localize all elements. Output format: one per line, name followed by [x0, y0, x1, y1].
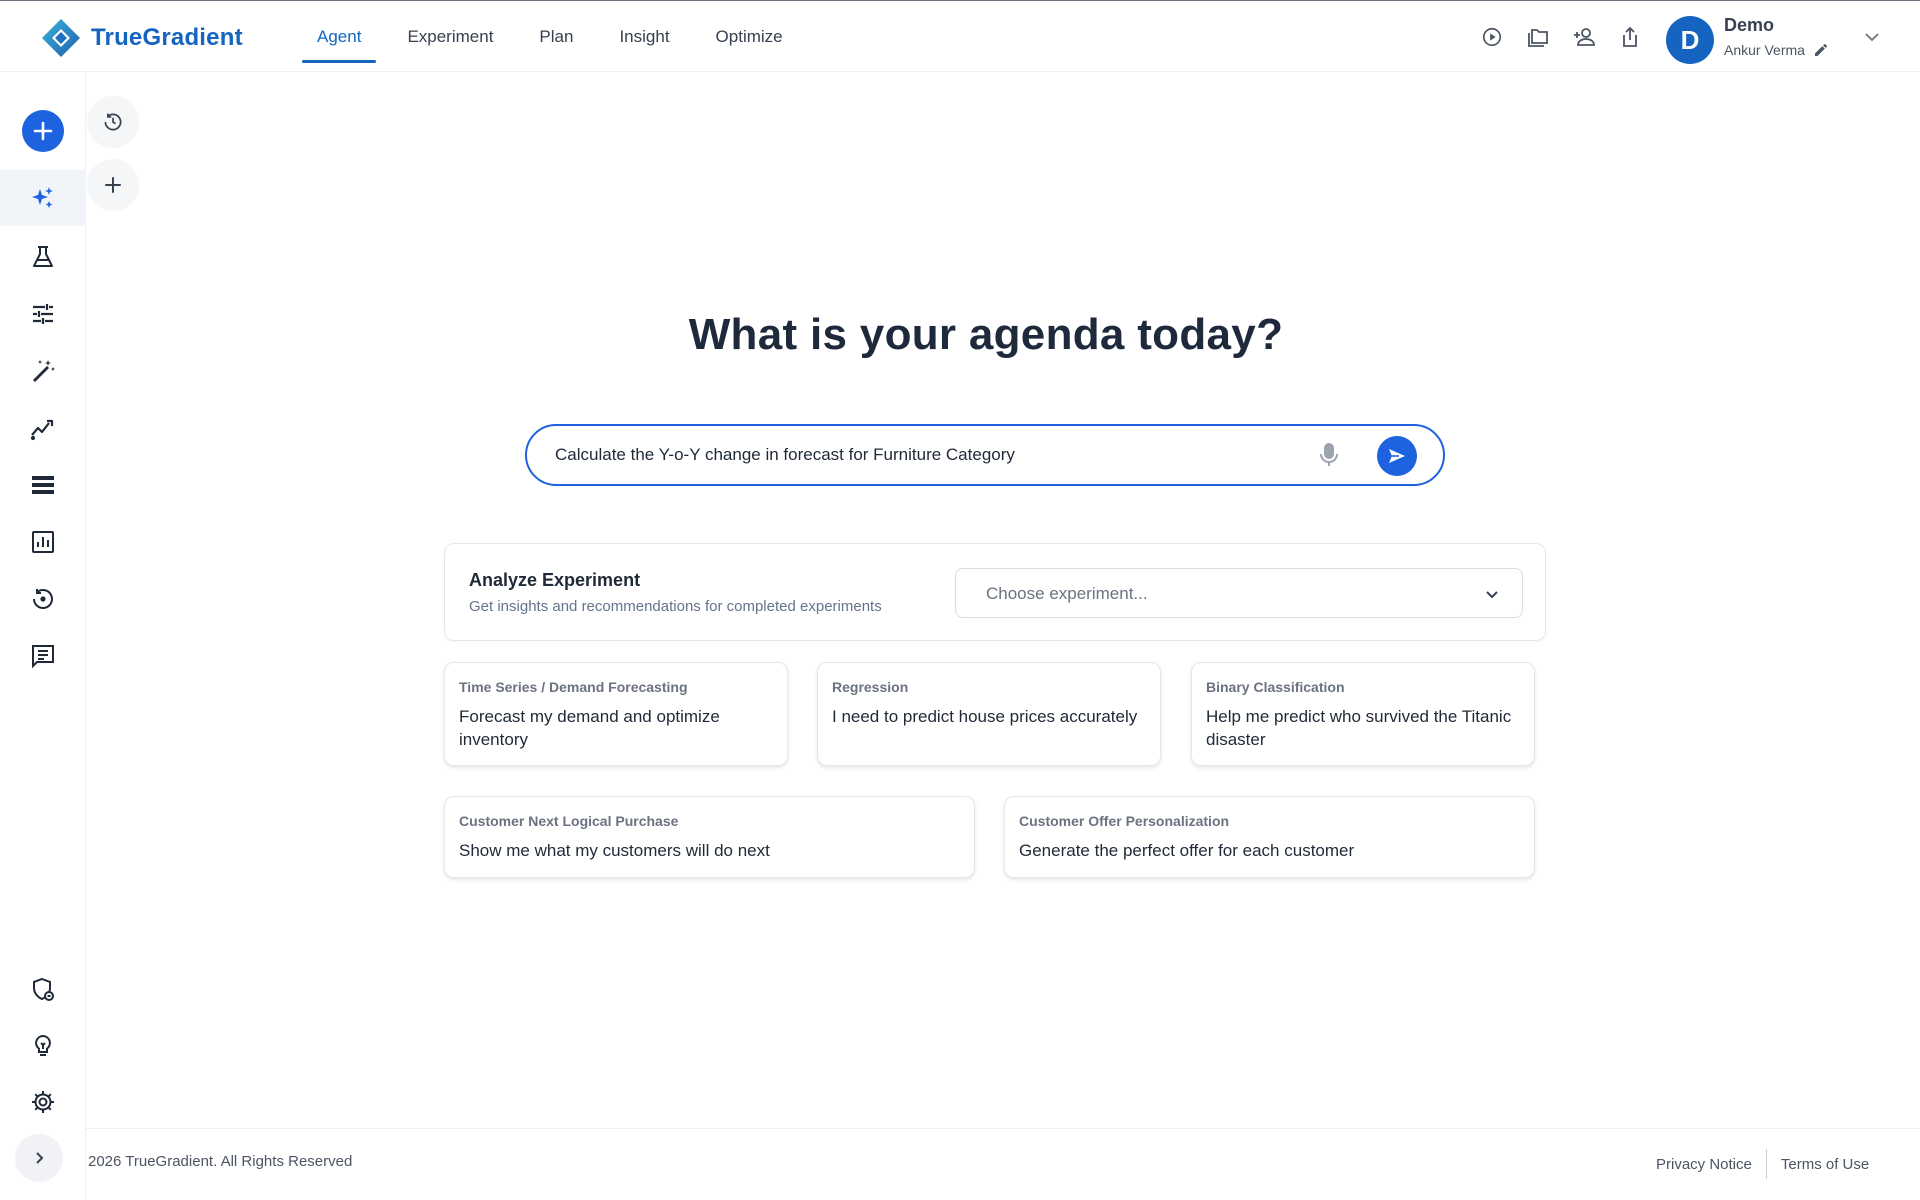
sidebar-item-settings[interactable]: [0, 1074, 86, 1130]
brand-logo[interactable]: TrueGradient: [41, 18, 243, 58]
sidebar-item-history[interactable]: [0, 571, 86, 627]
bar-chart-icon: [32, 531, 54, 553]
plus-icon: [105, 177, 121, 193]
card-category: Customer Offer Personalization: [1019, 813, 1230, 829]
chevron-down-icon[interactable]: [1862, 27, 1882, 47]
chevron-down-icon: [1486, 591, 1498, 599]
add-user-icon[interactable]: [1570, 23, 1598, 51]
experiment-select-placeholder: Choose experiment...: [986, 584, 1148, 603]
sidebar-item-messages[interactable]: [0, 628, 86, 684]
truegradient-logo-icon: [42, 19, 80, 57]
avatar[interactable]: D: [1666, 16, 1714, 64]
footer: 2026 TrueGradient. All Rights Reserved P…: [86, 1128, 1920, 1200]
suggestion-card-forecasting[interactable]: Time Series / Demand Forecasting Forecas…: [444, 662, 788, 766]
card-text: Help me predict who survived the Titanic…: [1206, 707, 1512, 749]
new-thread-button[interactable]: [87, 159, 139, 211]
copyright-text: 2026 TrueGradient. All Rights Reserved: [88, 1153, 353, 1170]
sidebar-item-data[interactable]: [0, 457, 86, 513]
privacy-notice-link[interactable]: Privacy Notice: [1642, 1152, 1766, 1177]
prompt-input[interactable]: [555, 426, 1295, 484]
analyze-experiment-panel: Analyze Experiment Get insights and reco…: [444, 543, 1546, 641]
tab-insight[interactable]: Insight: [604, 1, 684, 73]
message-list-icon: [32, 645, 54, 669]
page-title: What is your agenda today?: [688, 310, 1284, 359]
card-text: Show me what my customers will do next: [459, 841, 770, 860]
card-text: Generate the perfect offer for each cust…: [1019, 841, 1355, 860]
experiment-select[interactable]: Choose experiment...: [955, 568, 1523, 618]
tab-plan[interactable]: Plan: [524, 1, 588, 73]
card-text: Forecast my demand and optimize inventor…: [459, 707, 720, 749]
sidebar-item-reports[interactable]: [0, 514, 86, 570]
flask-icon: [33, 246, 53, 267]
sidebar-item-security[interactable]: [0, 962, 86, 1018]
card-category: Binary Classification: [1206, 679, 1345, 695]
sidebar-item-insight[interactable]: [0, 343, 86, 399]
play-circle-icon[interactable]: [1478, 23, 1506, 51]
trend-chart-icon: [30, 419, 54, 441]
history-icon: [104, 113, 122, 131]
sidebar-item-plan[interactable]: [0, 286, 86, 342]
suggestion-card-next-purchase[interactable]: Customer Next Logical Purchase Show me w…: [444, 796, 975, 878]
analyze-subtitle: Get insights and recommendations for com…: [469, 598, 882, 615]
main-nav: Agent Experiment Plan Insight Optimize: [302, 1, 814, 73]
sidebar-item-tips[interactable]: [0, 1018, 86, 1074]
send-button[interactable]: [1377, 436, 1417, 476]
share-icon[interactable]: [1616, 23, 1644, 51]
shield-icon: [33, 977, 54, 1001]
magic-wand-icon: [33, 360, 55, 382]
tab-optimize[interactable]: Optimize: [701, 1, 798, 73]
folders-icon[interactable]: [1524, 23, 1552, 51]
sidebar-item-experiment[interactable]: [0, 229, 86, 285]
sidebar-item-optimize[interactable]: [0, 400, 86, 456]
new-chat-button[interactable]: [22, 110, 64, 152]
prompt-box: [525, 424, 1445, 486]
send-icon: [1389, 449, 1405, 463]
user-name: Ankur Verma: [1724, 42, 1805, 58]
storage-list-icon: [32, 476, 54, 494]
chat-history-button[interactable]: [87, 96, 139, 148]
edit-pencil-icon[interactable]: [1813, 42, 1829, 58]
analyze-title: Analyze Experiment: [469, 570, 641, 590]
sliders-icon: [33, 304, 53, 324]
terms-of-use-link[interactable]: Terms of Use: [1767, 1152, 1883, 1177]
suggestion-card-classification[interactable]: Binary Classification Help me predict wh…: [1191, 662, 1535, 766]
card-category: Customer Next Logical Purchase: [459, 813, 679, 829]
gear-icon: [32, 1091, 54, 1113]
sidebar: [0, 72, 86, 1200]
brand-name: TrueGradient: [91, 24, 243, 51]
sidebar-item-agent[interactable]: [0, 170, 86, 226]
card-category: Regression: [832, 679, 909, 695]
chevron-right-icon: [36, 1152, 44, 1164]
tab-agent[interactable]: Agent: [302, 1, 377, 73]
suggestion-card-offer[interactable]: Customer Offer Personalization Generate …: [1004, 796, 1535, 878]
user-name-row: Ankur Verma: [1724, 42, 1829, 58]
top-bar: TrueGradient Agent Experiment Plan Insig…: [0, 0, 1920, 72]
user-info[interactable]: Demo Ankur Verma: [1724, 15, 1829, 58]
tab-experiment[interactable]: Experiment: [392, 1, 508, 73]
lightbulb-icon: [35, 1034, 51, 1056]
footer-links: Privacy Notice Terms of Use: [1642, 1149, 1883, 1179]
user-org: Demo: [1724, 15, 1775, 35]
card-category: Time Series / Demand Forecasting: [459, 679, 688, 695]
plus-icon: [33, 121, 53, 141]
microphone-icon[interactable]: [1315, 441, 1343, 469]
top-actions: [1478, 23, 1644, 51]
history-icon: [33, 589, 53, 609]
suggestion-card-regression[interactable]: Regression I need to predict house price…: [817, 662, 1161, 766]
card-text: I need to predict house prices accuratel…: [832, 707, 1138, 726]
expand-sidebar-button[interactable]: [15, 1134, 63, 1182]
sparkles-icon: [32, 187, 53, 208]
